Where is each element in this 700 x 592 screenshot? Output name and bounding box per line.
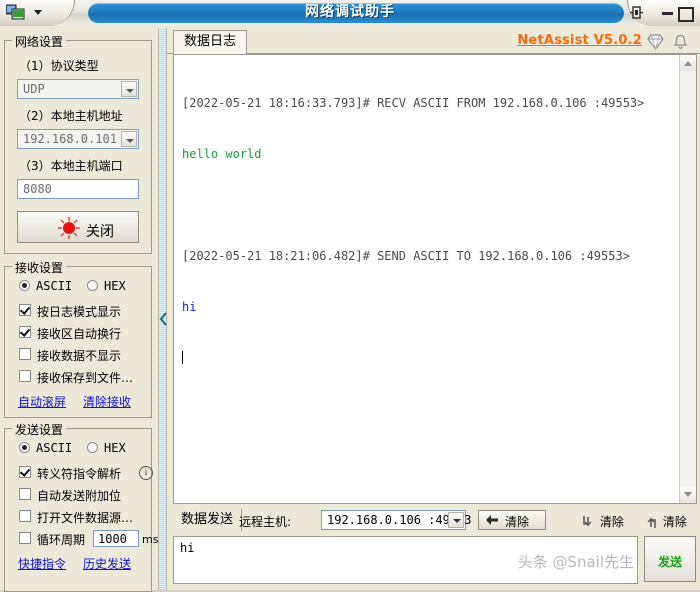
app-window: 网络调试助手 网络设置 （1）协议类型 UDP （2）本地主机地址 192.16…: [0, 0, 700, 592]
clear-receive-link[interactable]: 清除接收: [83, 393, 131, 410]
arrow-left-icon: [486, 515, 498, 525]
log-line: hello world: [182, 147, 262, 161]
send-option-label: 转义符指令解析: [37, 467, 122, 481]
arrow-up-out-icon: [647, 517, 656, 528]
checkbox-icon: [19, 466, 31, 478]
receive-option-label: 接收区自动换行: [37, 327, 122, 341]
clear-send-label: 清除: [662, 515, 687, 529]
radio-dot-icon: [19, 442, 30, 453]
connect-toggle-button[interactable]: 关闭: [17, 211, 139, 243]
minimize-button[interactable]: [662, 12, 673, 15]
send-toolbar: 数据发送 远程主机: 192.168.0.106 :49553 清除 清除 清除: [173, 508, 700, 534]
log-line: [2022-05-21 18:16:33.793]# RECV ASCII FR…: [182, 96, 645, 110]
send-history-link[interactable]: 历史发送: [83, 555, 131, 572]
checkbox-icon: [19, 326, 31, 338]
log-line: [2022-05-21 18:21:06.482]# SEND ASCII TO…: [182, 249, 630, 263]
cycle-label: 循环周期: [37, 533, 86, 547]
scroll-up-button[interactable]: [680, 55, 696, 71]
panel-splitter[interactable]: [158, 28, 167, 590]
cycle-period-input[interactable]: 1000: [93, 530, 139, 547]
send-settings-group: 发送设置 ASCII HEX 转义符指令解析 i 自动发送附加位 打开文件数据源…: [4, 421, 158, 592]
local-address-dropdown-icon[interactable]: [121, 131, 137, 147]
receive-option-label: 按日志模式显示: [37, 305, 122, 319]
remote-host-select[interactable]: 192.168.0.106 :49553: [321, 510, 472, 530]
receive-ascii-label: ASCII: [36, 279, 73, 293]
remote-host-label: 远程主机:: [239, 515, 292, 529]
tab-data-send[interactable]: 数据发送: [173, 509, 243, 531]
scroll-down-button[interactable]: [680, 487, 696, 503]
send-ascii-label: ASCII: [36, 441, 73, 455]
receive-option-label: 接收保存到文件…: [37, 371, 134, 385]
cycle-unit-label: ms: [142, 533, 159, 546]
arrow-down-into-icon: [583, 516, 592, 527]
red-indicator-icon: [58, 217, 80, 239]
clear-button[interactable]: 清除: [478, 510, 546, 530]
receive-hex-label: HEX: [104, 279, 126, 293]
connect-button-label: 关闭: [86, 224, 114, 240]
pin-icon[interactable]: [629, 5, 644, 20]
network-settings-label: 网络设置: [12, 33, 67, 50]
left-settings-panel: 网络设置 （1）协议类型 UDP （2）本地主机地址 192.168.0.101…: [0, 28, 158, 592]
log-tabstrip: 数据日志 NetAssist V5.0.2: [167, 30, 700, 54]
local-address-value: 192.168.0.101: [23, 132, 117, 146]
send-option-label: 自动发送附加位: [37, 489, 122, 503]
log-vertical-scrollbar[interactable]: [679, 55, 696, 503]
protocol-select[interactable]: UDP: [17, 79, 139, 99]
clear-button-label: 清除: [505, 515, 530, 529]
receive-settings-label: 接收设置: [12, 259, 67, 276]
send-option-label: 打开文件数据源…: [37, 511, 134, 525]
receive-option-label: 接收数据不显示: [37, 349, 122, 363]
network-settings-group: 网络设置 （1）协议类型 UDP （2）本地主机地址 192.168.0.101…: [4, 33, 152, 254]
clear-receive-area[interactable]: 清除: [583, 513, 624, 530]
local-port-value: 8080: [23, 182, 52, 196]
log-caret: [182, 350, 674, 367]
checkbox-icon: [19, 488, 31, 500]
data-log-panel[interactable]: [2022-05-21 18:16:33.793]# RECV ASCII FR…: [173, 54, 697, 504]
radio-dot-icon: [87, 280, 98, 291]
protocol-dropdown-icon[interactable]: [121, 81, 137, 97]
auto-scroll-link[interactable]: 自动滚屏: [18, 393, 66, 410]
brand-label[interactable]: NetAssist V5.0.2: [517, 33, 642, 48]
title-bar: 网络调试助手: [0, 0, 700, 26]
radio-dot-icon: [19, 280, 30, 291]
checkbox-icon: [19, 510, 31, 522]
local-address-label: （2）本地主机地址: [19, 109, 123, 123]
radio-dot-icon: [87, 442, 98, 453]
send-button-label: 发送: [657, 555, 682, 569]
log-content: [2022-05-21 18:16:33.793]# RECV ASCII FR…: [182, 61, 674, 499]
quick-command-link[interactable]: 快捷指令: [18, 555, 66, 572]
local-port-input[interactable]: 8080: [17, 179, 139, 199]
protocol-label: （1）协议类型: [19, 59, 99, 73]
checkbox-icon: [19, 348, 31, 360]
clear-send-area[interactable]: 清除: [646, 513, 687, 530]
main-area: 数据日志 NetAssist V5.0.2 [2022-05-21 18:16:…: [167, 28, 700, 590]
tab-data-log[interactable]: 数据日志: [173, 30, 248, 54]
info-icon[interactable]: i: [139, 466, 153, 480]
checkbox-icon: [19, 304, 31, 316]
local-address-select[interactable]: 192.168.0.101: [17, 129, 139, 149]
send-textarea-value: hi: [180, 541, 195, 555]
send-hex-label: HEX: [104, 441, 126, 455]
receive-settings-group: 接收设置 ASCII HEX 按日志模式显示 接收区自动换行 接收数据不显示 接…: [4, 259, 152, 418]
cycle-period-value: 1000: [98, 532, 127, 546]
local-port-label: （3）本地主机端口: [19, 159, 123, 173]
checkbox-icon: [19, 532, 31, 544]
clear-receive-label: 清除: [599, 515, 624, 529]
protocol-value: UDP: [23, 82, 45, 96]
maximize-button[interactable]: [678, 7, 694, 22]
window-title: 网络调试助手: [305, 4, 395, 20]
watermark: 头条 @Snail先生: [517, 553, 634, 571]
diamond-icon[interactable]: [647, 34, 664, 53]
checkbox-icon: [19, 370, 31, 382]
bell-icon[interactable]: [673, 34, 688, 53]
send-button[interactable]: 发送: [644, 536, 696, 582]
send-settings-label: 发送设置: [12, 421, 67, 438]
log-line: hi: [182, 300, 197, 314]
remote-host-dropdown-icon[interactable]: [448, 512, 464, 528]
